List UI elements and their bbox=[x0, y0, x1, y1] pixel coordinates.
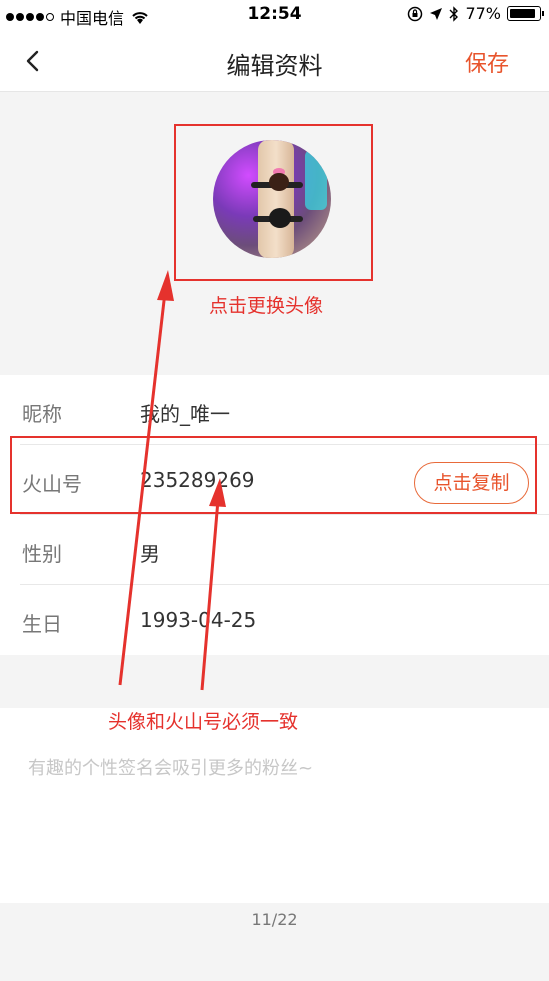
id-value: 235289269 bbox=[140, 468, 255, 492]
signature-input[interactable]: 有趣的个性签名会吸引更多的粉丝~ bbox=[0, 708, 549, 903]
birthday-value: 1993-04-25 bbox=[140, 608, 257, 632]
id-label: 火山号 bbox=[22, 472, 82, 496]
orientation-lock-icon bbox=[408, 6, 423, 21]
birthday-label: 生日 bbox=[22, 612, 62, 636]
status-bar: 中国电信 12:54 77% bbox=[0, 0, 549, 30]
id-row: 火山号 235289269 点击复制 bbox=[0, 445, 549, 515]
bluetooth-icon bbox=[449, 5, 459, 22]
gender-label: 性别 bbox=[22, 542, 62, 566]
copy-id-button[interactable]: 点击复制 bbox=[414, 462, 529, 504]
battery-icon bbox=[507, 6, 544, 21]
match-annotation: 头像和火山号必须一致 bbox=[108, 711, 299, 733]
profile-info-list: 昵称 我的_唯一 火山号 235289269 点击复制 性别 男 生日 1993… bbox=[0, 375, 549, 655]
page-indicator: 11/22 bbox=[251, 910, 298, 929]
status-right: 77% bbox=[407, 4, 544, 23]
avatar-annotation: 点击更换头像 bbox=[209, 295, 324, 317]
location-icon bbox=[430, 7, 443, 20]
birthday-row[interactable]: 生日 1993-04-25 bbox=[0, 585, 549, 655]
save-button[interactable]: 保存 bbox=[465, 46, 509, 78]
signature-placeholder: 有趣的个性签名会吸引更多的粉丝~ bbox=[28, 758, 314, 779]
nickname-value: 我的_唯一 bbox=[140, 402, 230, 426]
gender-value: 男 bbox=[140, 542, 160, 566]
avatar[interactable] bbox=[213, 140, 331, 258]
nickname-label: 昵称 bbox=[22, 402, 62, 426]
battery-percent: 77% bbox=[465, 4, 501, 23]
gender-row[interactable]: 性别 男 bbox=[0, 515, 549, 585]
avatar-section bbox=[0, 93, 549, 375]
nickname-row[interactable]: 昵称 我的_唯一 bbox=[0, 375, 549, 445]
section-gap bbox=[0, 656, 549, 708]
nav-bar: 编辑资料 保存 bbox=[0, 30, 549, 92]
